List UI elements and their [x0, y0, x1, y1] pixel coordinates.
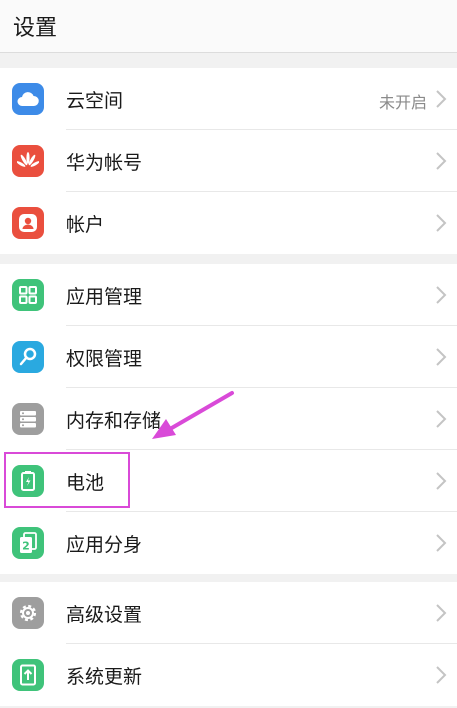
settings-item-label: 应用管理 — [66, 286, 143, 308]
pointer-arrow-icon — [152, 391, 234, 439]
svg-text:2: 2 — [22, 540, 30, 553]
gear-icon — [12, 597, 44, 629]
chevron-right-icon — [436, 90, 447, 108]
settings-item-label: 云空间 — [66, 90, 124, 112]
apps-grid-icon — [12, 279, 44, 311]
page-title: 设置 — [13, 16, 58, 41]
chevron-right-icon — [436, 152, 447, 170]
settings-item-label: 帐户 — [66, 214, 105, 236]
settings-group-account: 云空间 未开启 华为帐号 帐户 — [0, 68, 457, 254]
settings-item-accounts[interactable]: 帐户 — [0, 192, 457, 254]
settings-item-huawei-id[interactable]: 华为帐号 — [0, 130, 457, 192]
settings-item-permissions[interactable]: 权限管理 — [0, 326, 457, 388]
chevron-right-icon — [436, 472, 447, 490]
settings-item-app-management[interactable]: 应用管理 — [0, 264, 457, 326]
status-text: 未开启 — [378, 93, 427, 112]
settings-group-system: 高级设置 系统更新 — [0, 582, 457, 706]
settings-item-advanced[interactable]: 高级设置 — [0, 582, 457, 644]
chevron-right-icon — [436, 214, 447, 232]
settings-item-label: 权限管理 — [66, 348, 143, 370]
cloud-icon — [12, 83, 44, 115]
storage-icon — [12, 403, 44, 435]
chevron-right-icon — [436, 410, 447, 428]
settings-item-label: 华为帐号 — [66, 152, 143, 174]
chevron-right-icon — [436, 286, 447, 304]
header-bar: 设置 — [0, 0, 457, 53]
app-twin-icon: 2 — [12, 527, 44, 559]
highlight-box — [4, 452, 130, 508]
settings-item-system-update[interactable]: 系统更新 — [0, 644, 457, 706]
chevron-right-icon — [436, 348, 447, 366]
settings-item-label: 应用分身 — [66, 534, 143, 556]
settings-item-cloud[interactable]: 云空间 未开启 — [0, 68, 457, 130]
user-icon — [12, 207, 44, 239]
chevron-right-icon — [436, 534, 447, 552]
settings-item-label: 高级设置 — [66, 604, 143, 626]
settings-item-label: 系统更新 — [66, 666, 143, 688]
key-icon — [12, 341, 44, 373]
update-icon — [12, 659, 44, 691]
chevron-right-icon — [436, 604, 447, 622]
huawei-icon — [12, 145, 44, 177]
settings-item-app-twin[interactable]: 2 应用分身 — [0, 512, 457, 574]
chevron-right-icon — [436, 666, 447, 684]
